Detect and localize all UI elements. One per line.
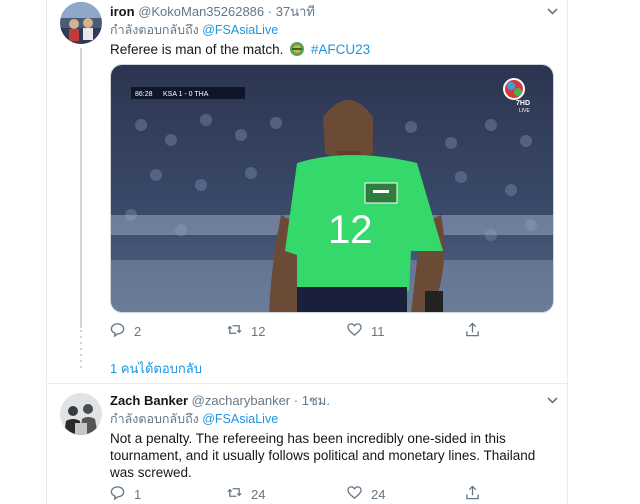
heart-icon (347, 322, 362, 340)
timestamp[interactable]: 1ชม. (302, 393, 330, 408)
show-replies-link[interactable]: 1 คนได้ตอบกลับ (110, 358, 202, 379)
reply-icon (110, 322, 125, 340)
separator-dot: · (293, 393, 299, 408)
reply-button[interactable]: 2 (110, 321, 141, 341)
chevron-down-icon[interactable] (547, 395, 558, 407)
tweet-actions: 1 24 24 (110, 484, 480, 504)
channel-label: 7HD (516, 100, 530, 107)
avatar[interactable] (60, 2, 102, 44)
hashtag-flag-icon (289, 41, 305, 61)
reply-context: กำลังตอบกลับถึง @FSAsiaLive (110, 22, 558, 38)
reply-count: 2 (134, 323, 142, 339)
reply-count: 1 (134, 486, 142, 502)
user-handle[interactable]: @KokoMan35262886 (138, 4, 264, 19)
thread-dots (80, 330, 82, 370)
tweet-body: Referee is man of the match. (110, 42, 284, 57)
like-count: 11 (371, 323, 385, 339)
reply-icon (110, 485, 125, 503)
retweet-icon (227, 485, 242, 503)
avatar[interactable] (60, 393, 102, 435)
share-button[interactable] (465, 321, 480, 341)
reply-button[interactable]: 1 (110, 484, 141, 504)
retweet-icon (227, 322, 242, 340)
display-name[interactable]: Zach Banker (110, 393, 188, 408)
tweet-divider (47, 383, 567, 384)
chevron-down-icon[interactable] (547, 6, 558, 18)
jersey-number: 12 (328, 208, 373, 252)
reply-context: กำลังตอบกลับถึง @FSAsiaLive (110, 411, 558, 427)
retweet-count: 24 (251, 486, 266, 502)
tweet-media-image[interactable]: 86:28 KSA 1 - 0 THA 7HD LIVE 12 (110, 64, 554, 313)
retweet-button[interactable]: 24 (227, 484, 265, 504)
tweet-text: Not a penalty. The refereeing has been i… (110, 431, 536, 480)
like-button[interactable]: 24 (347, 484, 385, 504)
like-count: 24 (371, 486, 386, 502)
thread-line (80, 48, 82, 328)
heart-icon (347, 485, 362, 503)
tweet[interactable]: Zach Banker @zacharybanker · 1ชม. กำลังต… (110, 393, 558, 481)
reply-prefix: กำลังตอบกลับถึง (110, 412, 199, 426)
reply-to-link[interactable]: @FSAsiaLive (202, 412, 278, 426)
timestamp[interactable]: 37นาที (276, 4, 315, 19)
tweet-header: Zach Banker @zacharybanker · 1ชม. (110, 393, 558, 409)
reply-prefix: กำลังตอบกลับถึง (110, 23, 199, 37)
hashtag-link[interactable]: #AFCU23 (311, 42, 370, 57)
scorebug-score: KSA 1 - 0 THA (163, 91, 209, 98)
channel-sublabel: LIVE (519, 108, 531, 114)
retweet-button[interactable]: 12 (227, 321, 265, 341)
tweet[interactable]: iron @KokoMan35262886 · 37นาที กำลังตอบก… (110, 4, 558, 61)
share-icon (465, 322, 480, 340)
tweet-header: iron @KokoMan35262886 · 37นาที (110, 4, 558, 20)
retweet-count: 12 (251, 323, 266, 339)
separator-dot: · (267, 4, 273, 19)
share-button[interactable] (465, 484, 480, 504)
like-button[interactable]: 11 (347, 321, 385, 341)
tweet-text: Referee is man of the match. #AFCU23 (110, 41, 558, 61)
scorebug-time: 86:28 (135, 91, 153, 98)
share-icon (465, 485, 480, 503)
display-name[interactable]: iron (110, 4, 135, 19)
reply-to-link[interactable]: @FSAsiaLive (202, 23, 278, 37)
tweet-actions: 2 12 11 (110, 321, 480, 341)
user-handle[interactable]: @zacharybanker (192, 393, 290, 408)
